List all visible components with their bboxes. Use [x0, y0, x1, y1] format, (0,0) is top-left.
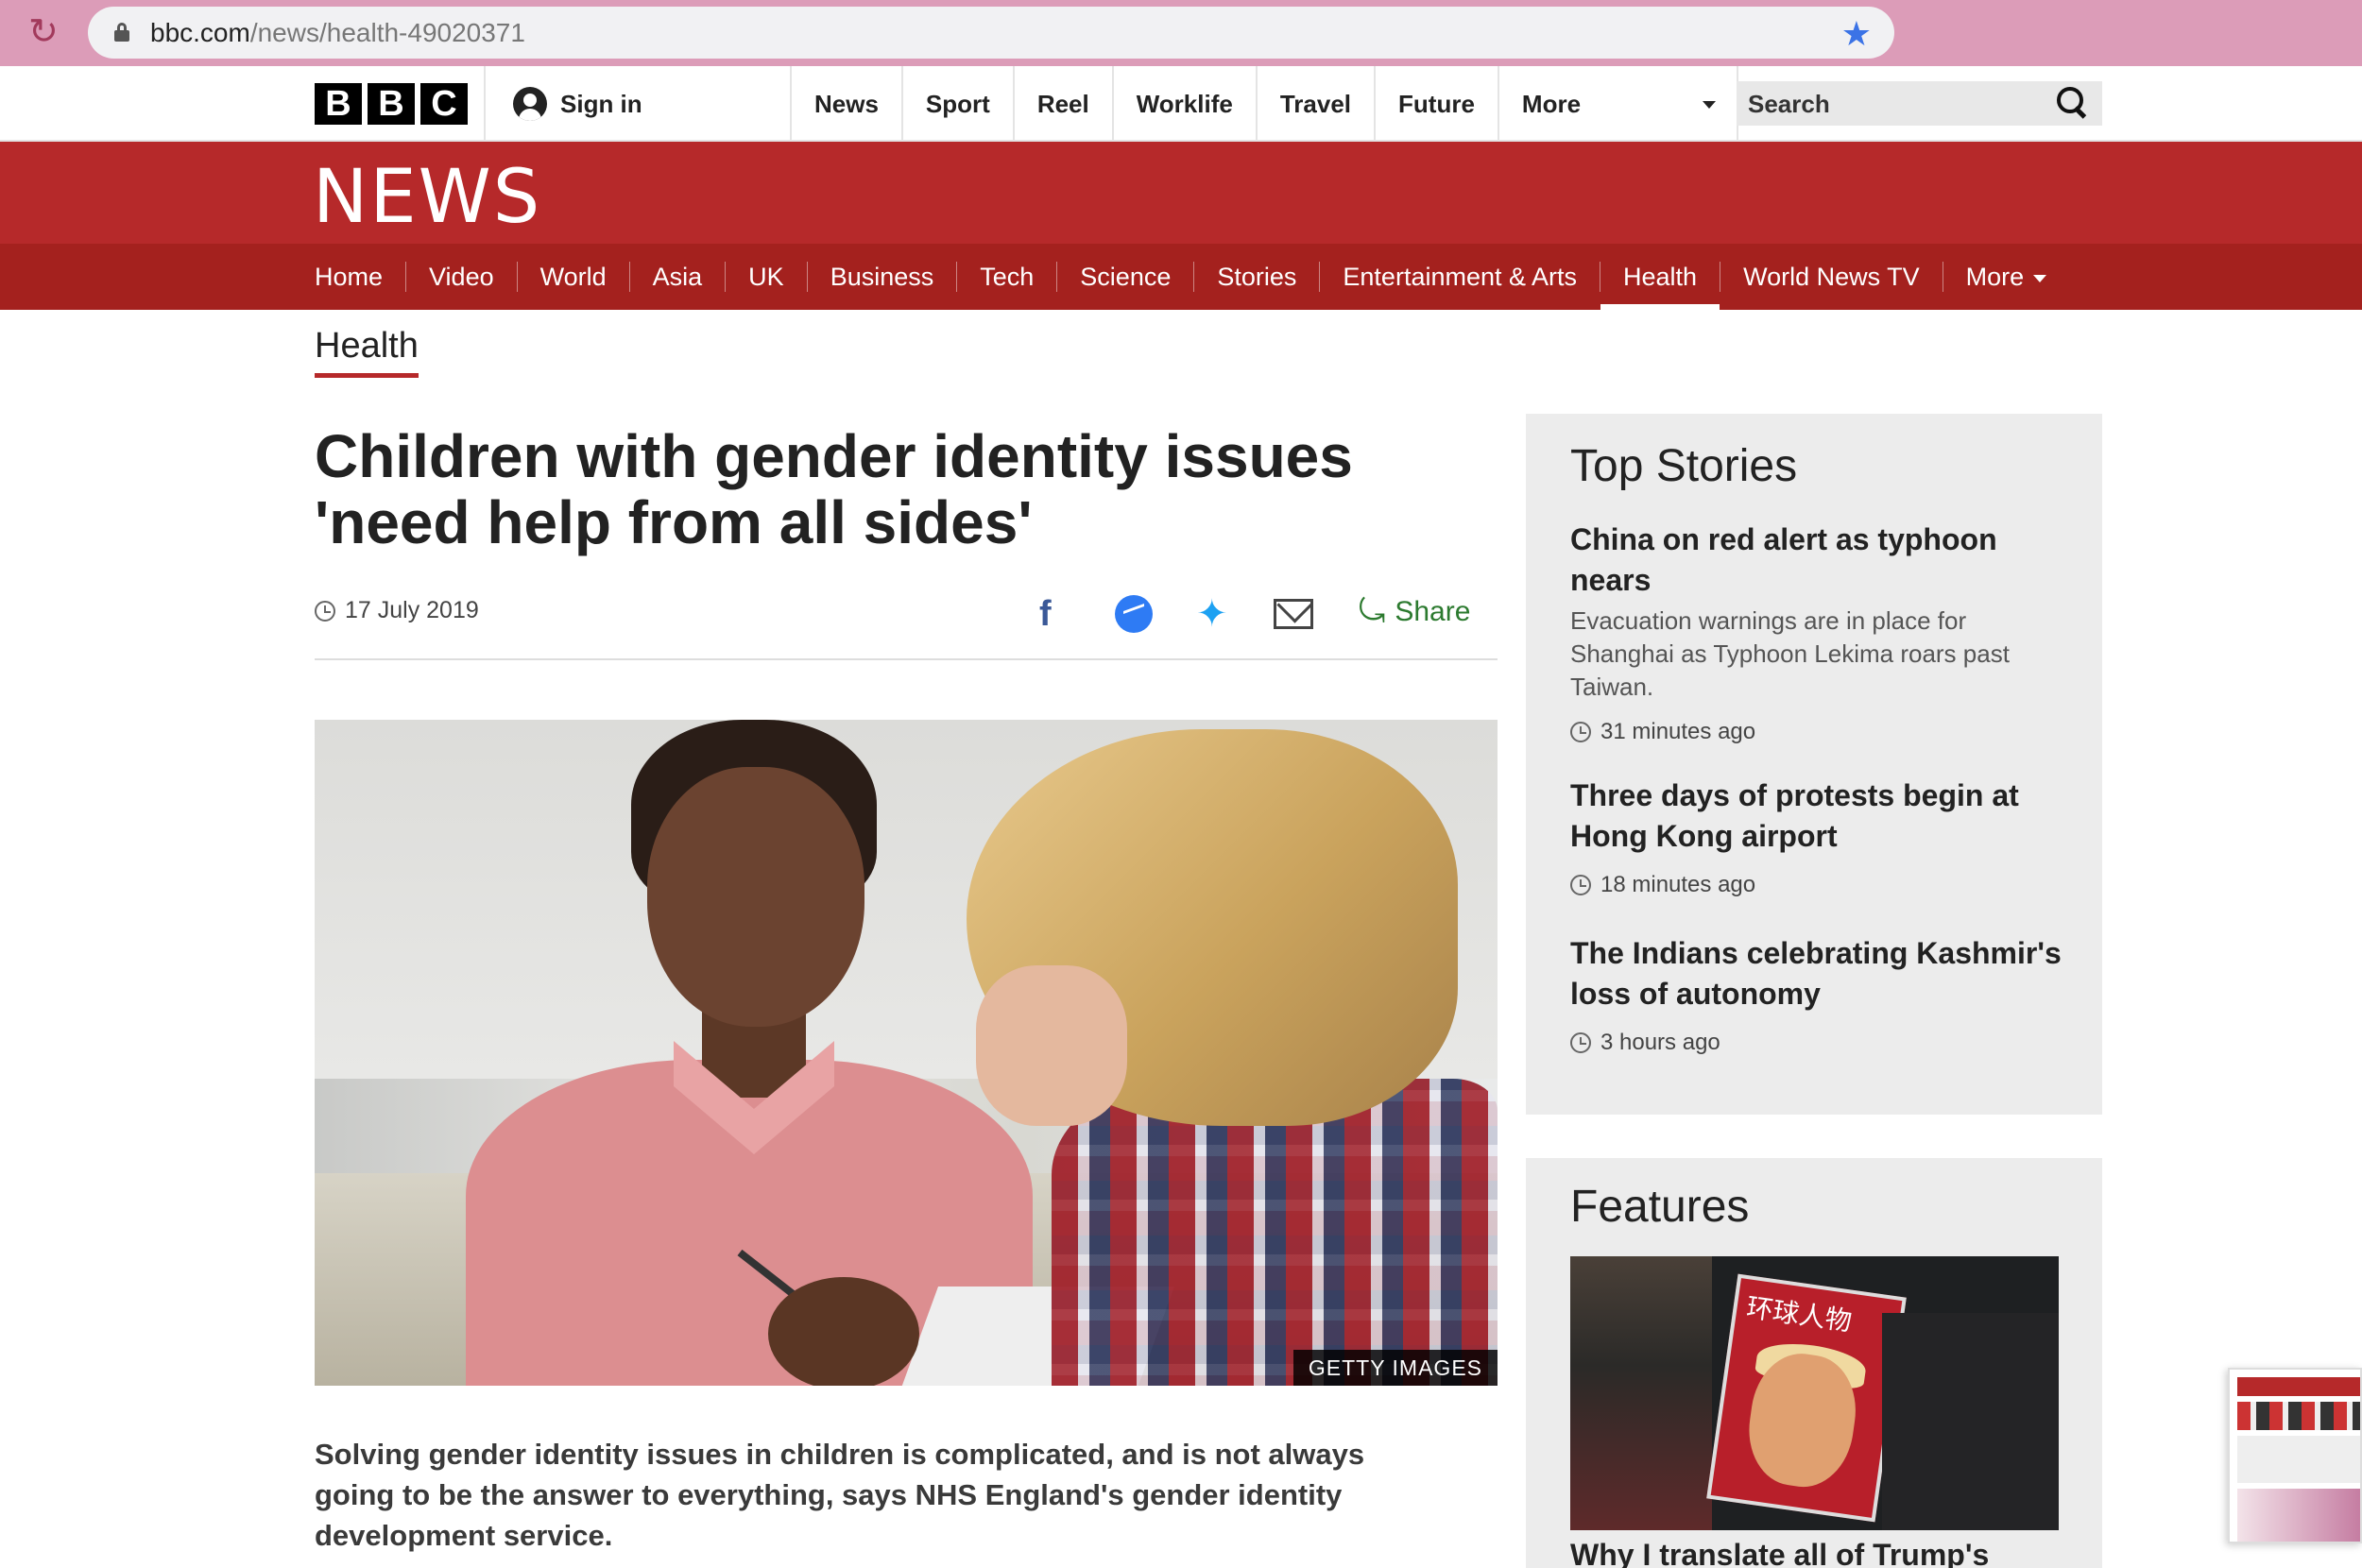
- nav-world[interactable]: World: [516, 262, 629, 292]
- article-intro: Solving gender identity issues in childr…: [315, 1438, 1365, 1552]
- global-nav-news[interactable]: News: [790, 66, 901, 142]
- share-tools: f ✦ ⤿ Share: [1030, 586, 1502, 642]
- clock-icon: [315, 600, 335, 622]
- lock-icon: [114, 23, 129, 42]
- divider: [315, 658, 1498, 660]
- share-label: Share: [1395, 595, 1471, 627]
- nav-asia[interactable]: Asia: [628, 262, 726, 292]
- news-masthead: NEWS: [0, 142, 2362, 244]
- news-section-nav: Home Video World Asia UK Business Tech S…: [0, 244, 2362, 310]
- bbc-logo[interactable]: B B C: [315, 83, 468, 125]
- reload-icon[interactable]: ↻: [28, 13, 66, 51]
- nav-tech[interactable]: Tech: [956, 262, 1056, 292]
- nav-entertainment-arts[interactable]: Entertainment & Arts: [1319, 262, 1600, 292]
- story-headline[interactable]: The Indians celebrating Kashmir's loss o…: [1570, 933, 2071, 1014]
- features-title: Features: [1570, 1182, 1750, 1232]
- global-nav-sport[interactable]: Sport: [900, 66, 1013, 142]
- magazine-title: 环球人物: [1744, 1291, 1854, 1338]
- story-summary: Evacuation warnings are in place for Sha…: [1570, 606, 2010, 701]
- nav-stories[interactable]: Stories: [1193, 262, 1319, 292]
- story-time: 31 minutes ago: [1570, 719, 2071, 745]
- story-time: 3 hours ago: [1570, 1030, 2071, 1056]
- top-stories-panel: Top Stories China on red alert as typhoo…: [1526, 414, 2102, 1115]
- search-icon[interactable]: [2057, 87, 2089, 119]
- messenger-icon[interactable]: [1115, 595, 1153, 633]
- features-panel: Features 环球人物 Why I translate all of Tru…: [1526, 1158, 2102, 1568]
- nav-uk[interactable]: UK: [725, 262, 807, 292]
- article-hero-image: GETTY IMAGES: [315, 720, 1498, 1386]
- global-nav-future[interactable]: Future: [1374, 66, 1498, 142]
- nav-business[interactable]: Business: [806, 262, 957, 292]
- sign-in-link[interactable]: Sign in: [513, 87, 642, 121]
- date-text: 17 July 2019: [345, 597, 479, 623]
- nav-science[interactable]: Science: [1056, 262, 1193, 292]
- twitter-icon[interactable]: ✦: [1196, 593, 1228, 635]
- top-stories-title: Top Stories: [1570, 441, 1798, 491]
- global-nav: News Sport Reel Worklife Travel Future M…: [790, 66, 1738, 142]
- chevron-down-icon: [2033, 274, 2047, 282]
- divider: [484, 66, 486, 142]
- top-story-item[interactable]: The Indians celebrating Kashmir's loss o…: [1570, 933, 2071, 1056]
- browser-toolbar: ↻ bbc.com/news/health-49020371 ★: [0, 0, 2362, 66]
- search-placeholder: Search: [1748, 90, 1830, 118]
- global-nav-travel[interactable]: Travel: [1255, 66, 1374, 142]
- share-button[interactable]: ⤿ Share: [1359, 593, 1470, 630]
- story-time: 18 minutes ago: [1570, 872, 2071, 898]
- global-nav-more[interactable]: More: [1497, 66, 1738, 142]
- nav-health[interactable]: Health: [1600, 262, 1720, 310]
- article-headline: Children with gender identity issues 'ne…: [315, 422, 1353, 556]
- floating-preview-thumbnail[interactable]: [2228, 1368, 2362, 1543]
- nav-more[interactable]: More: [1942, 262, 2070, 292]
- user-icon: [513, 87, 547, 121]
- global-nav-worklife[interactable]: Worklife: [1111, 66, 1256, 142]
- story-headline[interactable]: Three days of protests begin at Hong Kon…: [1570, 775, 2071, 857]
- nav-home[interactable]: Home: [315, 262, 405, 292]
- clock-icon: [1570, 1032, 1591, 1053]
- chevron-down-icon: [1702, 101, 1716, 109]
- image-credit: GETTY IMAGES: [1292, 1350, 1498, 1386]
- story-headline[interactable]: China on red alert as typhoon nears: [1570, 520, 2071, 601]
- article-date: 17 July 2019: [315, 597, 479, 624]
- facebook-icon[interactable]: f: [1039, 593, 1052, 635]
- feature-headline[interactable]: Why I translate all of Trump's: [1570, 1538, 1989, 1568]
- share-icon: ⤿: [1359, 593, 1386, 629]
- nav-video[interactable]: Video: [405, 262, 517, 292]
- address-bar[interactable]: bbc.com/news/health-49020371 ★: [88, 7, 1894, 59]
- url-text[interactable]: bbc.com/news/health-49020371: [150, 18, 525, 48]
- sign-in-label: Sign in: [560, 89, 642, 118]
- email-icon[interactable]: [1274, 599, 1313, 629]
- feature-image[interactable]: 环球人物: [1570, 1256, 2059, 1530]
- news-logo[interactable]: NEWS: [313, 155, 541, 240]
- bbc-global-header: B B C Sign in News Sport Reel Worklife T…: [0, 66, 2362, 142]
- top-story-item[interactable]: China on red alert as typhoon nears Evac…: [1570, 520, 2071, 745]
- clock-icon: [1570, 722, 1591, 742]
- global-nav-reel[interactable]: Reel: [1012, 66, 1112, 142]
- clock-icon: [1570, 875, 1591, 895]
- search-input[interactable]: Search: [1737, 81, 2102, 126]
- top-story-item[interactable]: Three days of protests begin at Hong Kon…: [1570, 775, 2071, 898]
- nav-world-news-tv[interactable]: World News TV: [1720, 262, 1943, 292]
- bookmark-star-icon[interactable]: ★: [1841, 14, 1872, 54]
- section-title[interactable]: Health: [315, 326, 419, 378]
